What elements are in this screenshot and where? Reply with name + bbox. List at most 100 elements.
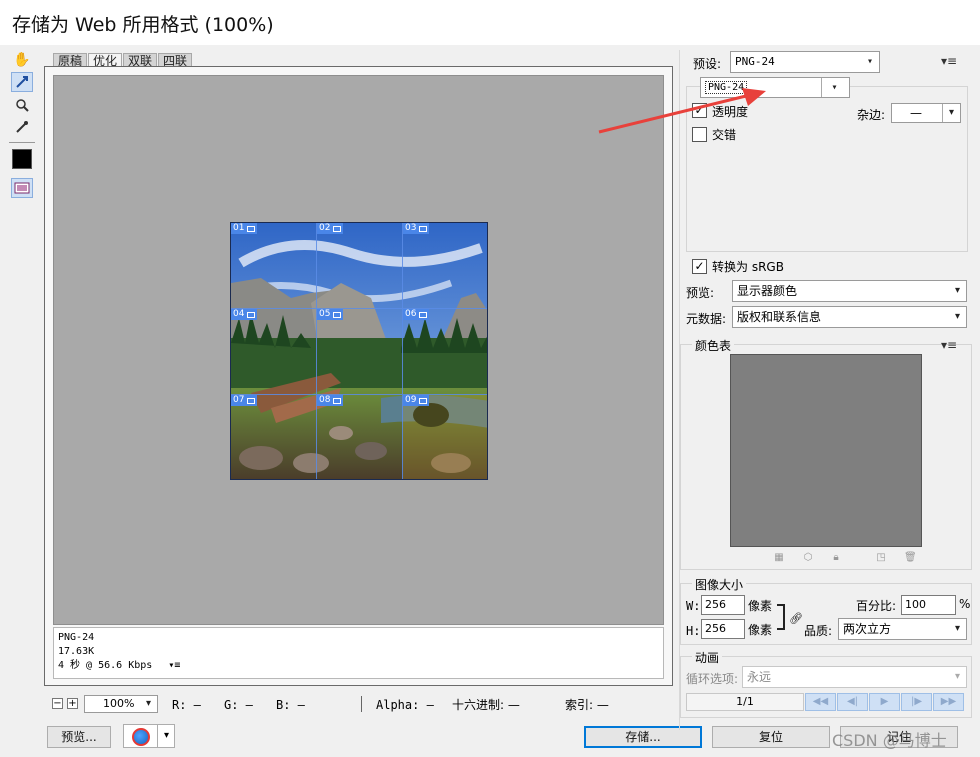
image-slice-icon [333, 225, 342, 232]
preset-select[interactable]: PNG-24 ▾ [730, 51, 880, 73]
browser-select[interactable]: ▾ [123, 724, 175, 748]
frame-counter: 1/1 [686, 693, 804, 711]
metadata-value: 版权和联系信息 [737, 310, 822, 324]
quality-select[interactable]: 两次立方 ▾ [838, 618, 967, 640]
color-table-menu-icon[interactable]: ▾≡ [941, 338, 957, 352]
slice-05[interactable]: 05 [317, 309, 403, 395]
loop-value: 永远 [747, 670, 772, 684]
save-button[interactable]: 存储... [584, 726, 702, 748]
height-label: H: [686, 624, 701, 638]
preview-value: 显示器颜色 [737, 284, 798, 298]
slice-number: 05 [319, 309, 331, 319]
quality-value: 两次立方 [843, 622, 892, 636]
animation-title: 动画 [692, 649, 723, 666]
matte-select[interactable]: — ▾ [891, 103, 961, 123]
browser-icon [132, 728, 150, 746]
image-slice-icon [247, 397, 256, 404]
slice-number: 02 [319, 223, 331, 233]
link-icon[interactable]: 🔗︎ [789, 612, 803, 625]
slice-02[interactable]: 02 [317, 223, 403, 309]
status-bar: − + 100% ▾ R: — G: — B: — Alpha: — 十六进制: … [48, 694, 678, 714]
lock-color-icon[interactable]: 🔒︎ [830, 552, 842, 564]
height-input[interactable]: 256 [701, 619, 745, 639]
settings-menu-icon[interactable]: ▾≡ [941, 54, 957, 68]
slice-number: 04 [233, 309, 245, 319]
green-readout: G: — [224, 698, 253, 712]
title-bar: 存储为 Web 所用格式 (100%) [0, 0, 980, 45]
image-slice-icon [419, 311, 428, 318]
slice-07[interactable]: 07 [231, 395, 317, 479]
annotation-arrow [598, 88, 766, 134]
chevron-down-icon: ▾ [954, 285, 960, 296]
info-size: 17.63K [58, 646, 95, 657]
toolbox-divider [9, 142, 35, 143]
chevron-down-icon: ▾ [954, 671, 960, 682]
map-transparency-icon[interactable]: ▦ [773, 552, 785, 564]
chevron-down-icon: ▾ [942, 104, 960, 122]
zoom-in-icon[interactable]: + [67, 698, 78, 709]
eyedropper-color-swatch[interactable] [12, 149, 32, 169]
image-slice-icon [247, 225, 256, 232]
info-menu-icon[interactable]: ▾≡ [168, 660, 180, 671]
slice-09[interactable]: 09 [403, 395, 487, 479]
index-readout: 索引: — [565, 698, 609, 712]
width-unit: 像素 [748, 599, 773, 613]
chevron-down-icon: ▾ [157, 725, 175, 747]
slice-number: 08 [319, 395, 331, 405]
color-table-title: 颜色表 [692, 337, 735, 354]
image-slice-icon [333, 311, 342, 318]
web-shift-icon[interactable]: ⬡ [802, 552, 814, 564]
preview-image[interactable]: 01 02 03 04 05 06 07 08 09 [230, 222, 488, 480]
zoom-tool-icon[interactable] [11, 95, 33, 115]
slice-01[interactable]: 01 [231, 223, 317, 309]
info-format: PNG-24 [58, 632, 95, 643]
first-frame-icon[interactable]: ◀◀ [805, 693, 836, 711]
slice-08[interactable]: 08 [317, 395, 403, 479]
status-divider [361, 696, 362, 712]
slice-04[interactable]: 04 [231, 309, 317, 395]
metadata-select[interactable]: 版权和联系信息 ▾ [732, 306, 967, 328]
alpha-readout: Alpha: — [376, 698, 434, 712]
chevron-down-icon: ▾ [954, 623, 960, 634]
preview-select[interactable]: 显示器颜色 ▾ [732, 280, 967, 302]
zoom-value: 100% [103, 697, 135, 710]
hand-tool-icon[interactable]: ✋ [11, 50, 33, 70]
slice-select-tool-icon[interactable] [11, 72, 33, 92]
percent-unit: % [959, 597, 971, 611]
reset-button[interactable]: 复位 [712, 726, 830, 748]
chevron-down-icon: ▾ [145, 698, 151, 709]
preview-button[interactable]: 预览... [47, 726, 111, 748]
slice-03[interactable]: 03 [403, 223, 487, 309]
matte-label: 杂边: [857, 108, 886, 122]
convert-srgb-label: 转换为 sRGB [712, 260, 784, 274]
new-color-icon[interactable]: ◳ [875, 552, 887, 564]
image-slice-icon [333, 397, 342, 404]
watermark: CSDN @马博士 [832, 731, 947, 750]
preset-value: PNG-24 [735, 55, 775, 68]
chevron-down-icon: ▾ [821, 78, 847, 97]
loop-select[interactable]: 永远 ▾ [742, 666, 967, 688]
optimization-info: PNG-24 17.63K 4 秒 @ 56.6 Kbps ▾≡ [53, 627, 664, 679]
matte-value: — [910, 106, 922, 120]
previous-frame-icon[interactable]: ◀| [837, 693, 868, 711]
next-frame-icon[interactable]: |▶ [901, 693, 932, 711]
preset-label: 预设: [693, 57, 722, 71]
percent-input[interactable]: 100 [901, 595, 956, 615]
height-unit: 像素 [748, 623, 773, 637]
toggle-slices-icon[interactable] [11, 178, 33, 198]
color-table-swatches[interactable] [730, 354, 922, 547]
slice-06[interactable]: 06 [403, 309, 487, 395]
zoom-out-icon[interactable]: − [52, 698, 63, 709]
image-slice-icon [419, 225, 428, 232]
trash-icon[interactable]: 🗑︎ [904, 552, 917, 564]
slice-number: 09 [405, 395, 417, 405]
convert-srgb-checkbox[interactable]: ✓ [692, 259, 707, 274]
play-icon[interactable]: ▶ [869, 693, 900, 711]
preview-canvas[interactable]: 01 02 03 04 05 06 07 08 09 [53, 75, 664, 625]
chevron-down-icon: ▾ [866, 56, 873, 67]
zoom-select[interactable]: 100% ▾ [84, 695, 158, 713]
width-input[interactable]: 256 [701, 595, 745, 615]
eyedropper-tool-icon[interactable] [11, 117, 33, 137]
preview-frame: 01 02 03 04 05 06 07 08 09 PNG-24 17.63K… [44, 66, 673, 686]
last-frame-icon[interactable]: ▶▶ [933, 693, 964, 711]
